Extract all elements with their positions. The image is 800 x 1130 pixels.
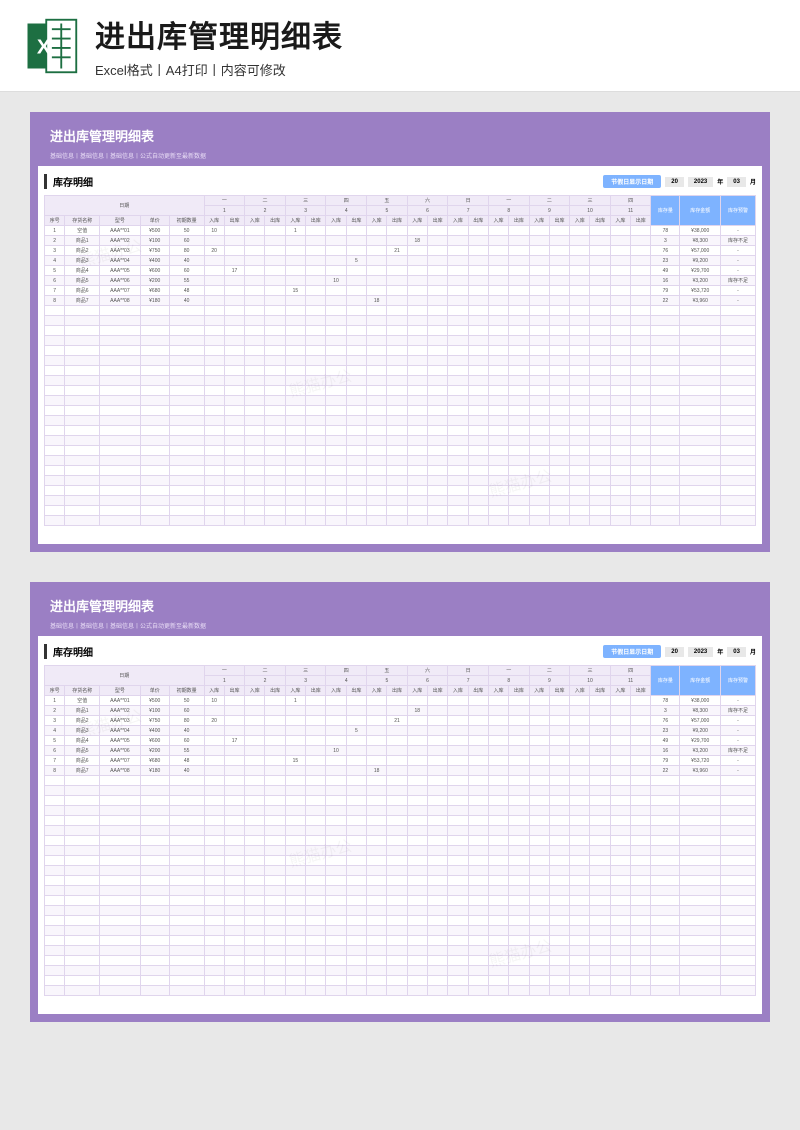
table-row: 5商品4AAA**05¥600601749¥29,700- <box>45 266 756 276</box>
empty-row <box>45 376 756 386</box>
empty-row <box>45 486 756 496</box>
empty-row <box>45 506 756 516</box>
empty-row <box>45 836 756 846</box>
date-controls: 节假日显示日期 20 2023 年 03 月 <box>603 175 756 188</box>
sheet-title: 进出库管理明细表 <box>38 590 762 621</box>
empty-row <box>45 896 756 906</box>
page-header: X 进出库管理明细表 Excel格式丨A4打印丨内容可修改 <box>0 0 800 92</box>
empty-row <box>45 416 756 426</box>
table-row: 7商品6AAA**07¥680481579¥53,720- <box>45 286 756 296</box>
sheet-subtitle: 基础信息丨基础信息丨基础信息丨公式自动更新至最新数据 <box>38 151 762 166</box>
inventory-table: 日期一二三四五六日一二三四库存量库存金额库存预警 1234567891011 序… <box>44 665 756 996</box>
month-value[interactable]: 03 <box>727 177 746 187</box>
table-row: 1空值AAA**01¥5005010178¥38,000- <box>45 696 756 706</box>
empty-row <box>45 906 756 916</box>
empty-row <box>45 456 756 466</box>
empty-row <box>45 346 756 356</box>
sub-title: Excel格式丨A4打印丨内容可修改 <box>95 60 780 79</box>
inventory-table: 日期一二三四五六日一二三四库存量库存金额库存预警 1234567891011 序… <box>44 195 756 526</box>
empty-row <box>45 776 756 786</box>
table-row: 1空值AAA**01¥5005010178¥38,000- <box>45 226 756 236</box>
date-controls: 节假日显示日期 20 2023 年 03 月 <box>603 645 756 658</box>
year-value[interactable]: 2023 <box>688 647 713 657</box>
empty-row <box>45 876 756 886</box>
table-row: 4商品3AAA**04¥40040523¥9,200- <box>45 256 756 266</box>
month-label: 月 <box>750 177 756 186</box>
table-row: 7商品6AAA**07¥680481579¥53,720- <box>45 756 756 766</box>
empty-row <box>45 866 756 876</box>
month-value[interactable]: 03 <box>727 647 746 657</box>
sheet-title: 进出库管理明细表 <box>38 120 762 151</box>
sheet-subtitle: 基础信息丨基础信息丨基础信息丨公式自动更新至最新数据 <box>38 621 762 636</box>
preview-container: 进出库管理明细表 基础信息丨基础信息丨基础信息丨公式自动更新至最新数据 库存明细… <box>0 92 800 1042</box>
empty-row <box>45 306 756 316</box>
empty-row <box>45 436 756 446</box>
empty-row <box>45 976 756 986</box>
sheet-preview-1: 进出库管理明细表 基础信息丨基础信息丨基础信息丨公式自动更新至最新数据 库存明细… <box>30 112 770 552</box>
day-value[interactable]: 20 <box>665 177 684 187</box>
empty-row <box>45 936 756 946</box>
empty-row <box>45 326 756 336</box>
empty-row <box>45 336 756 346</box>
empty-row <box>45 826 756 836</box>
empty-row <box>45 916 756 926</box>
empty-row <box>45 796 756 806</box>
empty-row <box>45 406 756 416</box>
year-label: 年 <box>717 177 723 186</box>
table-row: 3商品2AAA**03¥75080202176¥57,000- <box>45 716 756 726</box>
empty-row <box>45 516 756 526</box>
section-title: 库存明细 节假日显示日期 20 2023 年 03 月 <box>44 174 756 189</box>
sheet-preview-2: 进出库管理明细表 基础信息丨基础信息丨基础信息丨公式自动更新至最新数据 库存明细… <box>30 582 770 1022</box>
month-label: 月 <box>750 647 756 656</box>
table-row: 5商品4AAA**05¥600601749¥29,700- <box>45 736 756 746</box>
empty-row <box>45 356 756 366</box>
holiday-button[interactable]: 节假日显示日期 <box>603 645 661 658</box>
empty-row <box>45 856 756 866</box>
holiday-button[interactable]: 节假日显示日期 <box>603 175 661 188</box>
empty-row <box>45 986 756 996</box>
empty-row <box>45 386 756 396</box>
empty-row <box>45 926 756 936</box>
empty-row <box>45 886 756 896</box>
empty-row <box>45 496 756 506</box>
empty-row <box>45 966 756 976</box>
main-title: 进出库管理明细表 <box>95 12 780 56</box>
table-row: 8商品7AAA**08¥180401822¥3,960- <box>45 296 756 306</box>
empty-row <box>45 426 756 436</box>
year-value[interactable]: 2023 <box>688 177 713 187</box>
empty-row <box>45 316 756 326</box>
table-row: 6商品5AAA**06¥200551016¥3,200库存不足 <box>45 276 756 286</box>
empty-row <box>45 786 756 796</box>
excel-icon: X <box>20 16 80 76</box>
empty-row <box>45 846 756 856</box>
empty-row <box>45 366 756 376</box>
empty-row <box>45 466 756 476</box>
empty-row <box>45 816 756 826</box>
table-row: 2商品1AAA**02¥10060183¥8,300库存不足 <box>45 236 756 246</box>
empty-row <box>45 476 756 486</box>
title-block: 进出库管理明细表 Excel格式丨A4打印丨内容可修改 <box>95 12 780 79</box>
empty-row <box>45 446 756 456</box>
table-row: 2商品1AAA**02¥10060183¥8,300库存不足 <box>45 706 756 716</box>
empty-row <box>45 956 756 966</box>
svg-text:X: X <box>37 35 51 58</box>
table-row: 8商品7AAA**08¥180401822¥3,960- <box>45 766 756 776</box>
section-title: 库存明细 节假日显示日期 20 2023 年 03 月 <box>44 644 756 659</box>
table-row: 4商品3AAA**04¥40040523¥9,200- <box>45 726 756 736</box>
table-row: 6商品5AAA**06¥200551016¥3,200库存不足 <box>45 746 756 756</box>
empty-row <box>45 806 756 816</box>
table-row: 3商品2AAA**03¥75080202176¥57,000- <box>45 246 756 256</box>
day-value[interactable]: 20 <box>665 647 684 657</box>
empty-row <box>45 396 756 406</box>
year-label: 年 <box>717 647 723 656</box>
empty-row <box>45 946 756 956</box>
